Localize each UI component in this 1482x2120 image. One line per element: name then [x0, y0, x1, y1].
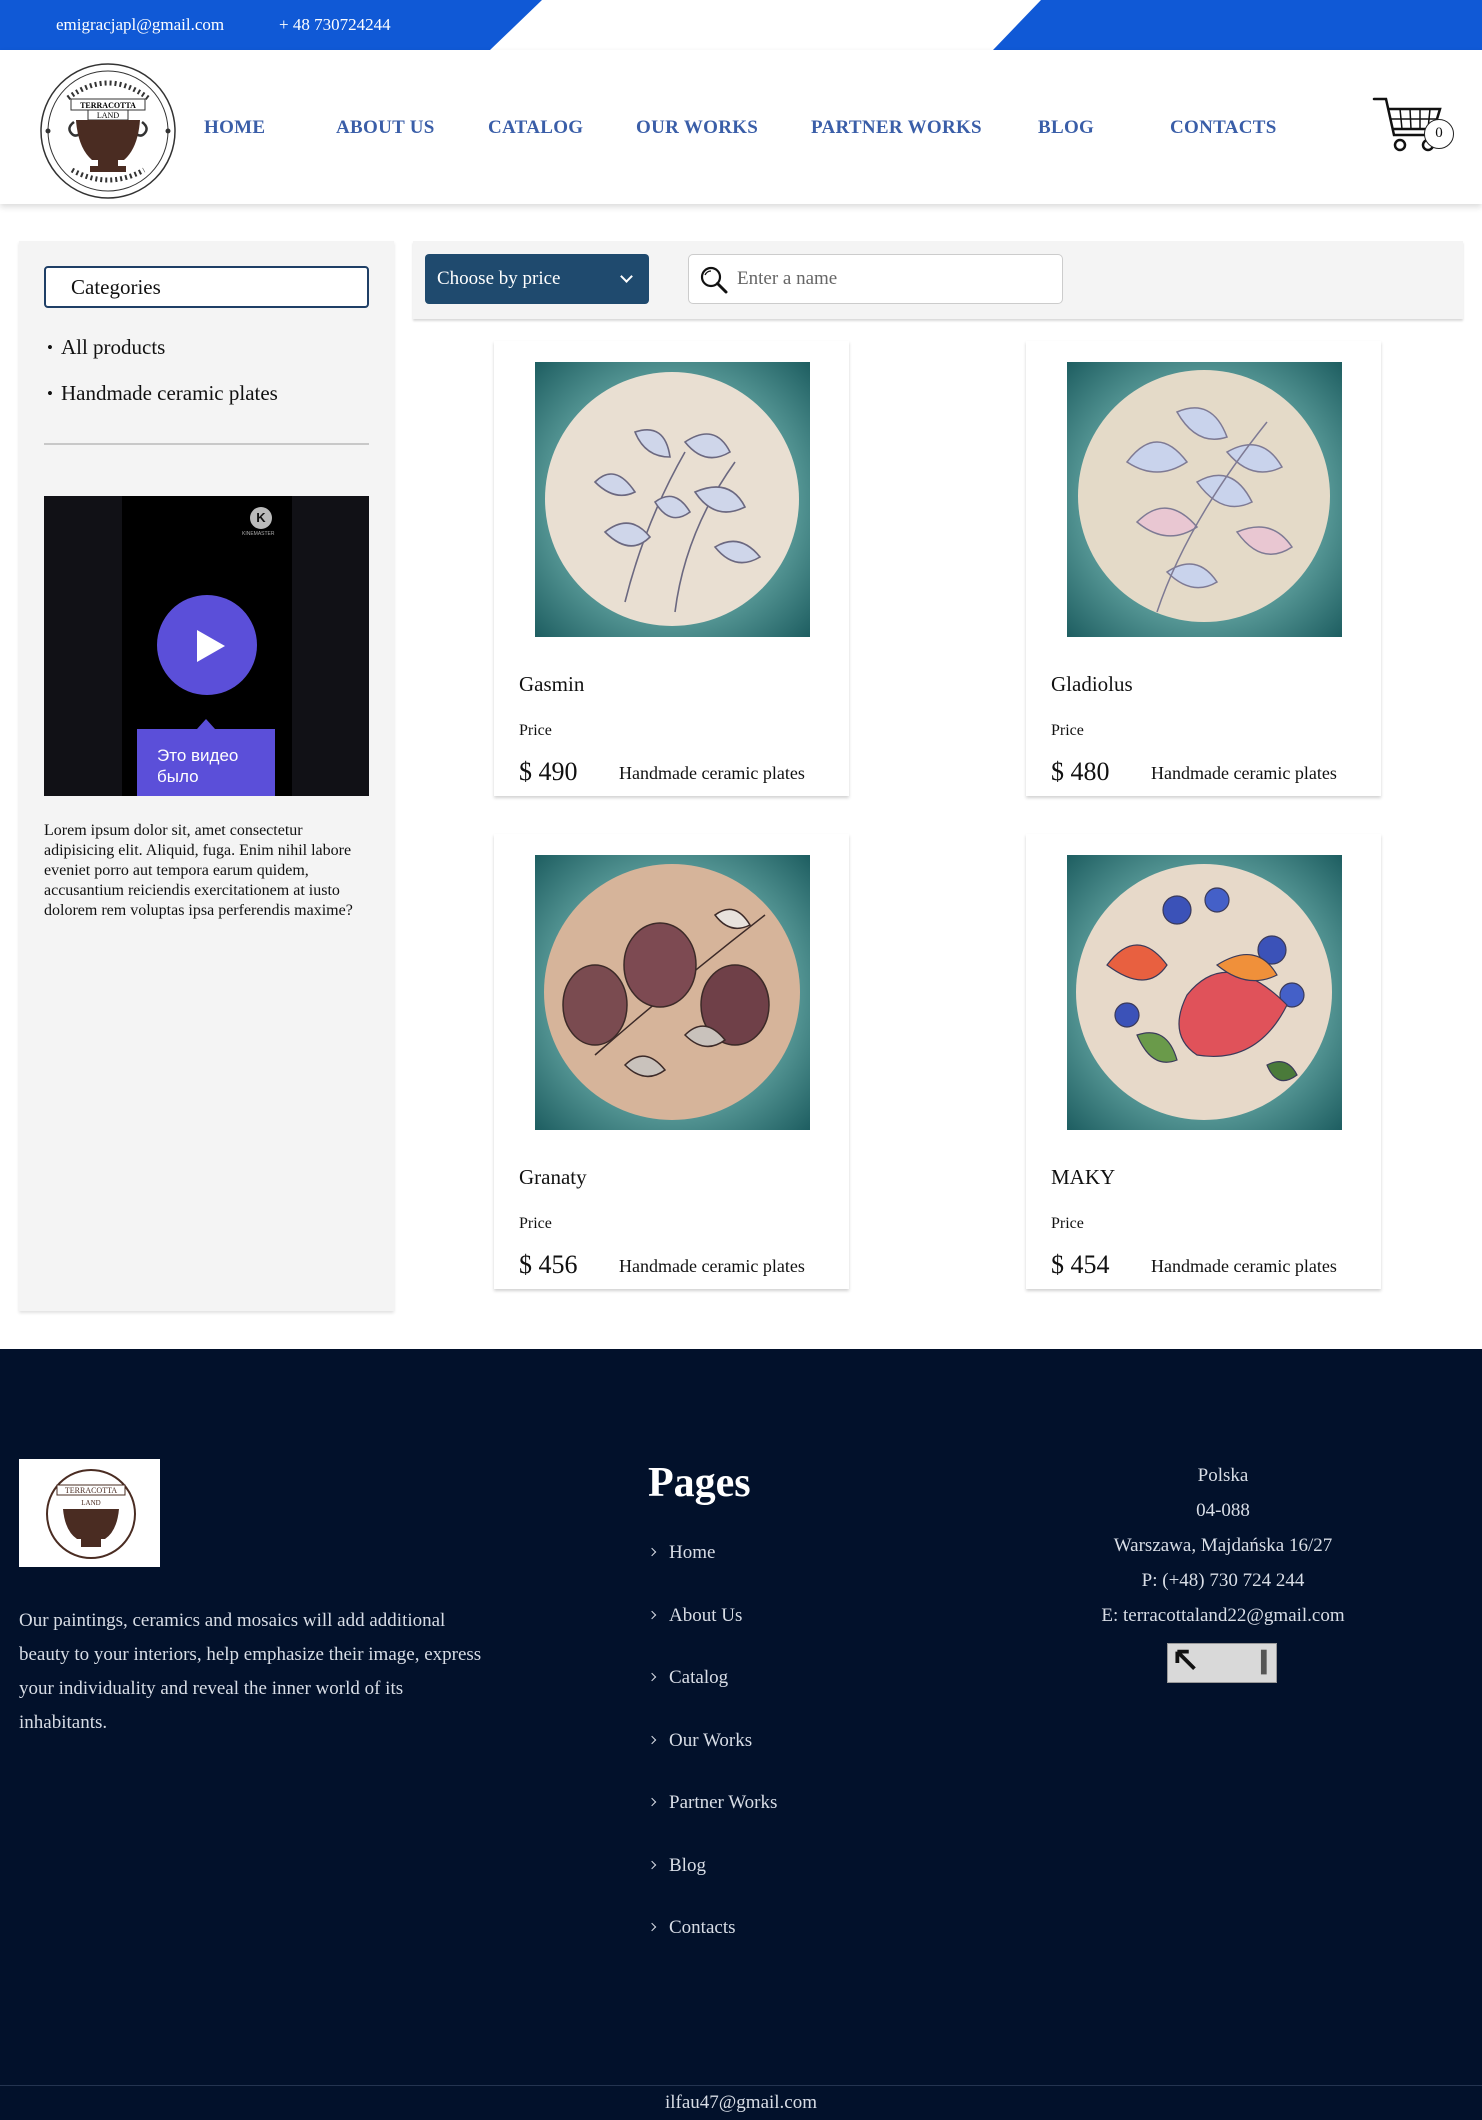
price-label: Price — [1051, 722, 1084, 739]
footer-link-our-works[interactable]: Our Works — [647, 1730, 752, 1752]
product-category: Handmade ceramic plates — [619, 1256, 805, 1276]
footer-link-partner-works[interactable]: Partner Works — [647, 1792, 777, 1814]
site-footer: TERRACOTTA LAND Our paintings, ceramics … — [0, 1349, 1482, 2120]
product-category: Handmade ceramic plates — [1151, 1256, 1337, 1276]
search-icon — [700, 266, 728, 294]
nav-home[interactable]: HOME — [204, 117, 265, 139]
name-search-box[interactable] — [688, 254, 1063, 304]
footer-link-catalog[interactable]: Catalog — [647, 1667, 728, 1689]
plate-image-gladiolus[interactable] — [1067, 362, 1342, 637]
kinemaster-wordmark: KINEMASTER — [242, 531, 275, 537]
top-bar-cut-right — [993, 0, 1041, 50]
logo-word-terracotta: TERRACOTTA — [80, 101, 136, 110]
top-bar-cut-left — [490, 0, 542, 50]
footer-logo[interactable]: TERRACOTTA LAND — [19, 1459, 160, 1567]
product-price: $ 456 — [519, 1250, 578, 1279]
footer-link-contacts[interactable]: Contacts — [647, 1917, 736, 1939]
footer-country: Polska — [1197, 1465, 1249, 1486]
nav-partner-works[interactable]: PARTNER WORKS — [811, 117, 982, 139]
product-card-maky[interactable]: MAKY Price $ 454 Handmade ceramic plates — [1026, 834, 1381, 1289]
footer-bottom-email[interactable]: ilfau47@gmail.com — [0, 2092, 1482, 2114]
kinemaster-logo: K — [250, 507, 272, 529]
product-card-granaty[interactable]: Granaty Price $ 456 Handmade ceramic pla… — [494, 834, 849, 1289]
footer-link-about-us[interactable]: About Us — [647, 1605, 742, 1627]
category-all-products[interactable]: All products — [47, 335, 165, 360]
top-contact-bar: emigracjapl@gmail.com + 48 730724244 — [0, 0, 1482, 50]
chevron-right-icon — [647, 1922, 657, 1932]
footer-pages-title: Pages — [648, 1460, 751, 1506]
chevron-right-icon — [647, 1672, 657, 1682]
footer-postal-code: 04-088 — [1196, 1500, 1250, 1521]
footer-email[interactable]: E: terracottaland22@gmail.com — [1000, 1605, 1446, 1627]
product-category: Handmade ceramic plates — [619, 763, 805, 783]
arrow-up-left-icon — [1175, 1649, 1267, 1675]
categories-header: Categories — [44, 266, 369, 308]
nav-our-works[interactable]: OUR WORKS — [636, 117, 758, 139]
price-label: Price — [1051, 1215, 1084, 1232]
search-input[interactable] — [737, 265, 1037, 293]
product-card-gladiolus[interactable]: Gladiolus Price $ 480 Handmade ceramic p… — [1026, 341, 1381, 796]
product-price: $ 490 — [519, 757, 578, 786]
price-label: Price — [519, 722, 552, 739]
plate-image-maky[interactable] — [1067, 855, 1342, 1130]
filter-bar: Choose by price — [413, 241, 1463, 319]
play-icon[interactable] — [157, 595, 257, 695]
nav-catalog[interactable]: CATALOG — [488, 117, 583, 139]
video-player[interactable]: K KINEMASTER Это видео было — [44, 496, 369, 796]
footer-address: Warszawa, Majdańska 16/27 — [1113, 1535, 1333, 1556]
video-caption-line2: было — [157, 767, 199, 786]
catalog-sidebar: Categories All products Handmade ceramic… — [19, 241, 394, 1311]
video-caption: Это видео было — [137, 719, 275, 796]
sidebar-divider — [44, 443, 369, 445]
cart-count-badge[interactable]: 0 — [1424, 119, 1454, 149]
nav-about-us[interactable]: ABOUT US — [336, 117, 435, 139]
top-phone-link[interactable]: + 48 730724244 — [279, 15, 391, 35]
price-filter-label: Choose by price — [437, 268, 561, 289]
chevron-right-icon — [647, 1860, 657, 1870]
site-header: TERRACOTTA LAND HOME ABOUT US CATALOG OU… — [0, 50, 1482, 204]
chevron-down-icon — [620, 270, 633, 283]
chevron-right-icon — [647, 1735, 657, 1745]
product-price: $ 480 — [1051, 757, 1110, 786]
footer-logo-emblem: TERRACOTTA LAND — [46, 1469, 136, 1559]
footer-link-blog[interactable]: Blog — [647, 1855, 706, 1877]
footer-logo-word-land: LAND — [81, 1499, 100, 1507]
price-filter-select[interactable]: Choose by price — [425, 254, 649, 304]
top-bar-white-band — [542, 0, 993, 50]
sidebar-description: Lorem ipsum dolor sit, amet consectetur … — [44, 822, 353, 919]
product-name[interactable]: Granaty — [519, 1165, 587, 1190]
nav-contacts[interactable]: CONTACTS — [1170, 117, 1277, 139]
nav-blog[interactable]: BLOG — [1038, 117, 1094, 139]
logo-word-land: LAND — [97, 111, 119, 120]
video-caption-line1: Это видео — [157, 746, 239, 765]
plate-image-gasmin[interactable] — [535, 362, 810, 637]
chevron-right-icon — [647, 1610, 657, 1620]
product-name[interactable]: Gasmin — [519, 672, 584, 697]
chevron-right-icon — [647, 1547, 657, 1557]
footer-link-home[interactable]: Home — [647, 1542, 715, 1564]
product-category: Handmade ceramic plates — [1151, 763, 1337, 783]
product-card-gasmin[interactable]: Gasmin Price $ 490 Handmade ceramic plat… — [494, 341, 849, 796]
footer-logo-word-terracotta: TERRACOTTA — [65, 1486, 117, 1495]
product-name[interactable]: Gladiolus — [1051, 672, 1133, 697]
product-name[interactable]: MAKY — [1051, 1165, 1115, 1190]
chevron-right-icon — [647, 1797, 657, 1807]
price-label: Price — [519, 1215, 552, 1232]
plate-image-granaty[interactable] — [535, 855, 810, 1130]
footer-phone[interactable]: P: (+48) 730 724 244 — [1000, 1570, 1446, 1592]
footer-divider — [0, 2085, 1482, 2086]
footer-description: Our paintings, ceramics and mosaics will… — [19, 1610, 482, 1733]
terracotta-land-logo[interactable]: TERRACOTTA LAND — [38, 62, 178, 200]
top-email-link[interactable]: emigracjapl@gmail.com — [56, 15, 224, 35]
product-price: $ 454 — [1051, 1250, 1110, 1279]
back-to-top-badge[interactable] — [1167, 1643, 1277, 1683]
category-handmade-ceramic-plates[interactable]: Handmade ceramic plates — [47, 381, 278, 406]
